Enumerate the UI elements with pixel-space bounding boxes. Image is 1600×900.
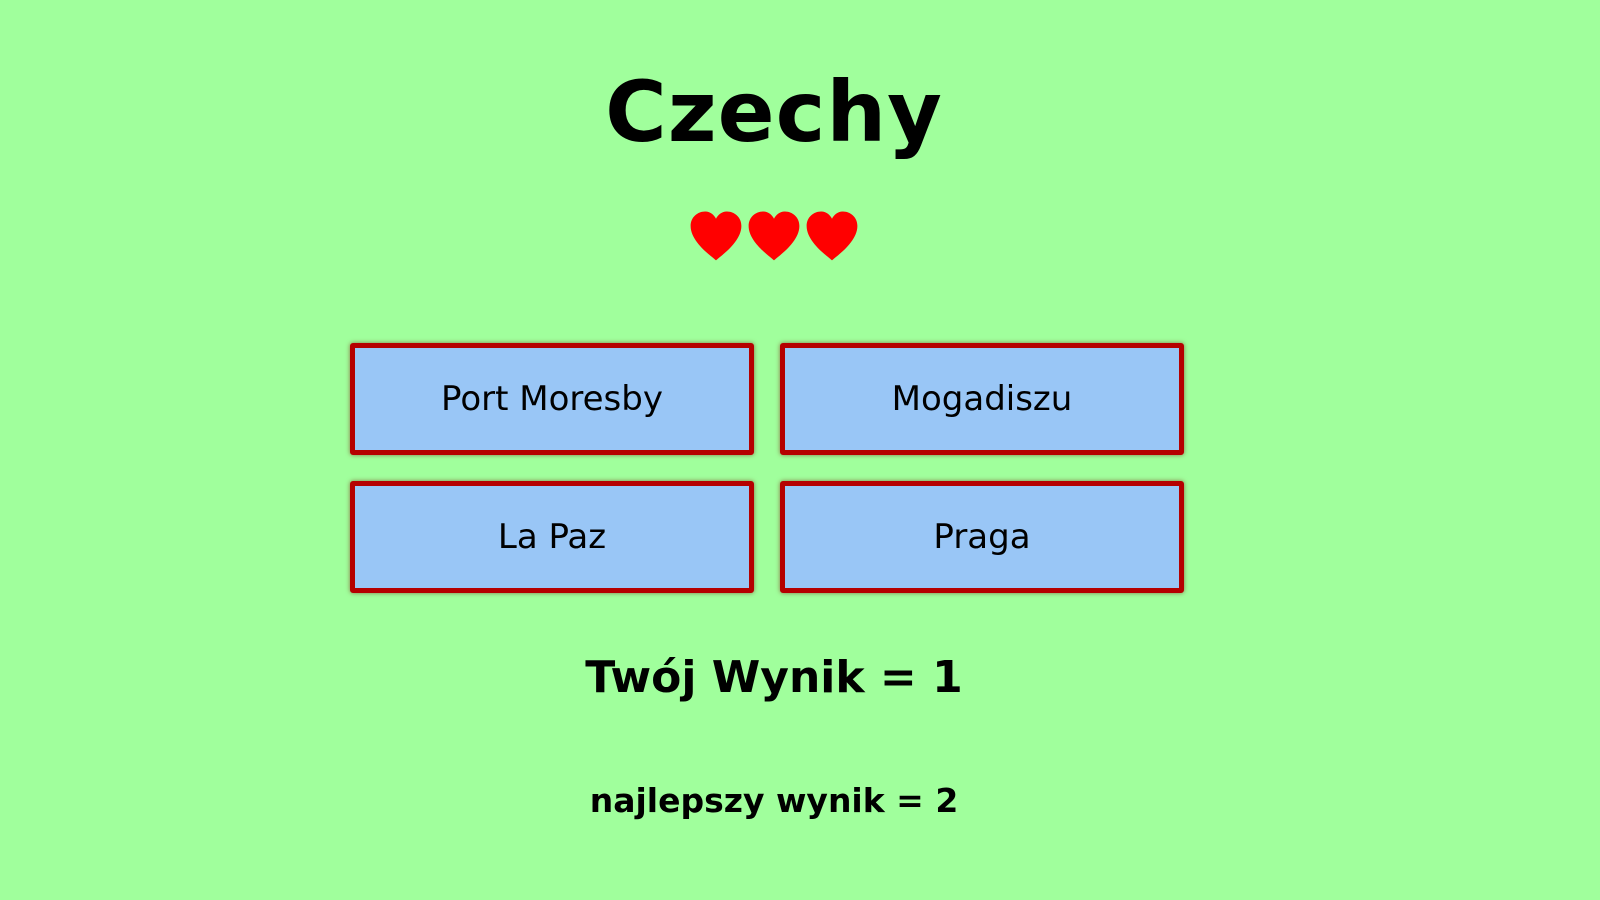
best-score: najlepszy wynik = 2: [589, 781, 959, 820]
answer-button-la-paz[interactable]: La Paz: [350, 481, 754, 593]
lives-indicator: [0, 206, 1548, 264]
heart-icon: [690, 211, 742, 261]
answer-grid: Port Moresby Mogadiszu La Paz Praga: [350, 343, 1185, 593]
current-score: Twój Wynik = 1: [585, 652, 963, 703]
answer-button-mogadiszu[interactable]: Mogadiszu: [780, 343, 1184, 455]
heart-icon: [806, 211, 858, 261]
heart-icon: [748, 211, 800, 261]
answer-button-port-moresby[interactable]: Port Moresby: [350, 343, 754, 455]
answer-button-praga[interactable]: Praga: [780, 481, 1184, 593]
question-title: Czechy: [605, 63, 943, 161]
